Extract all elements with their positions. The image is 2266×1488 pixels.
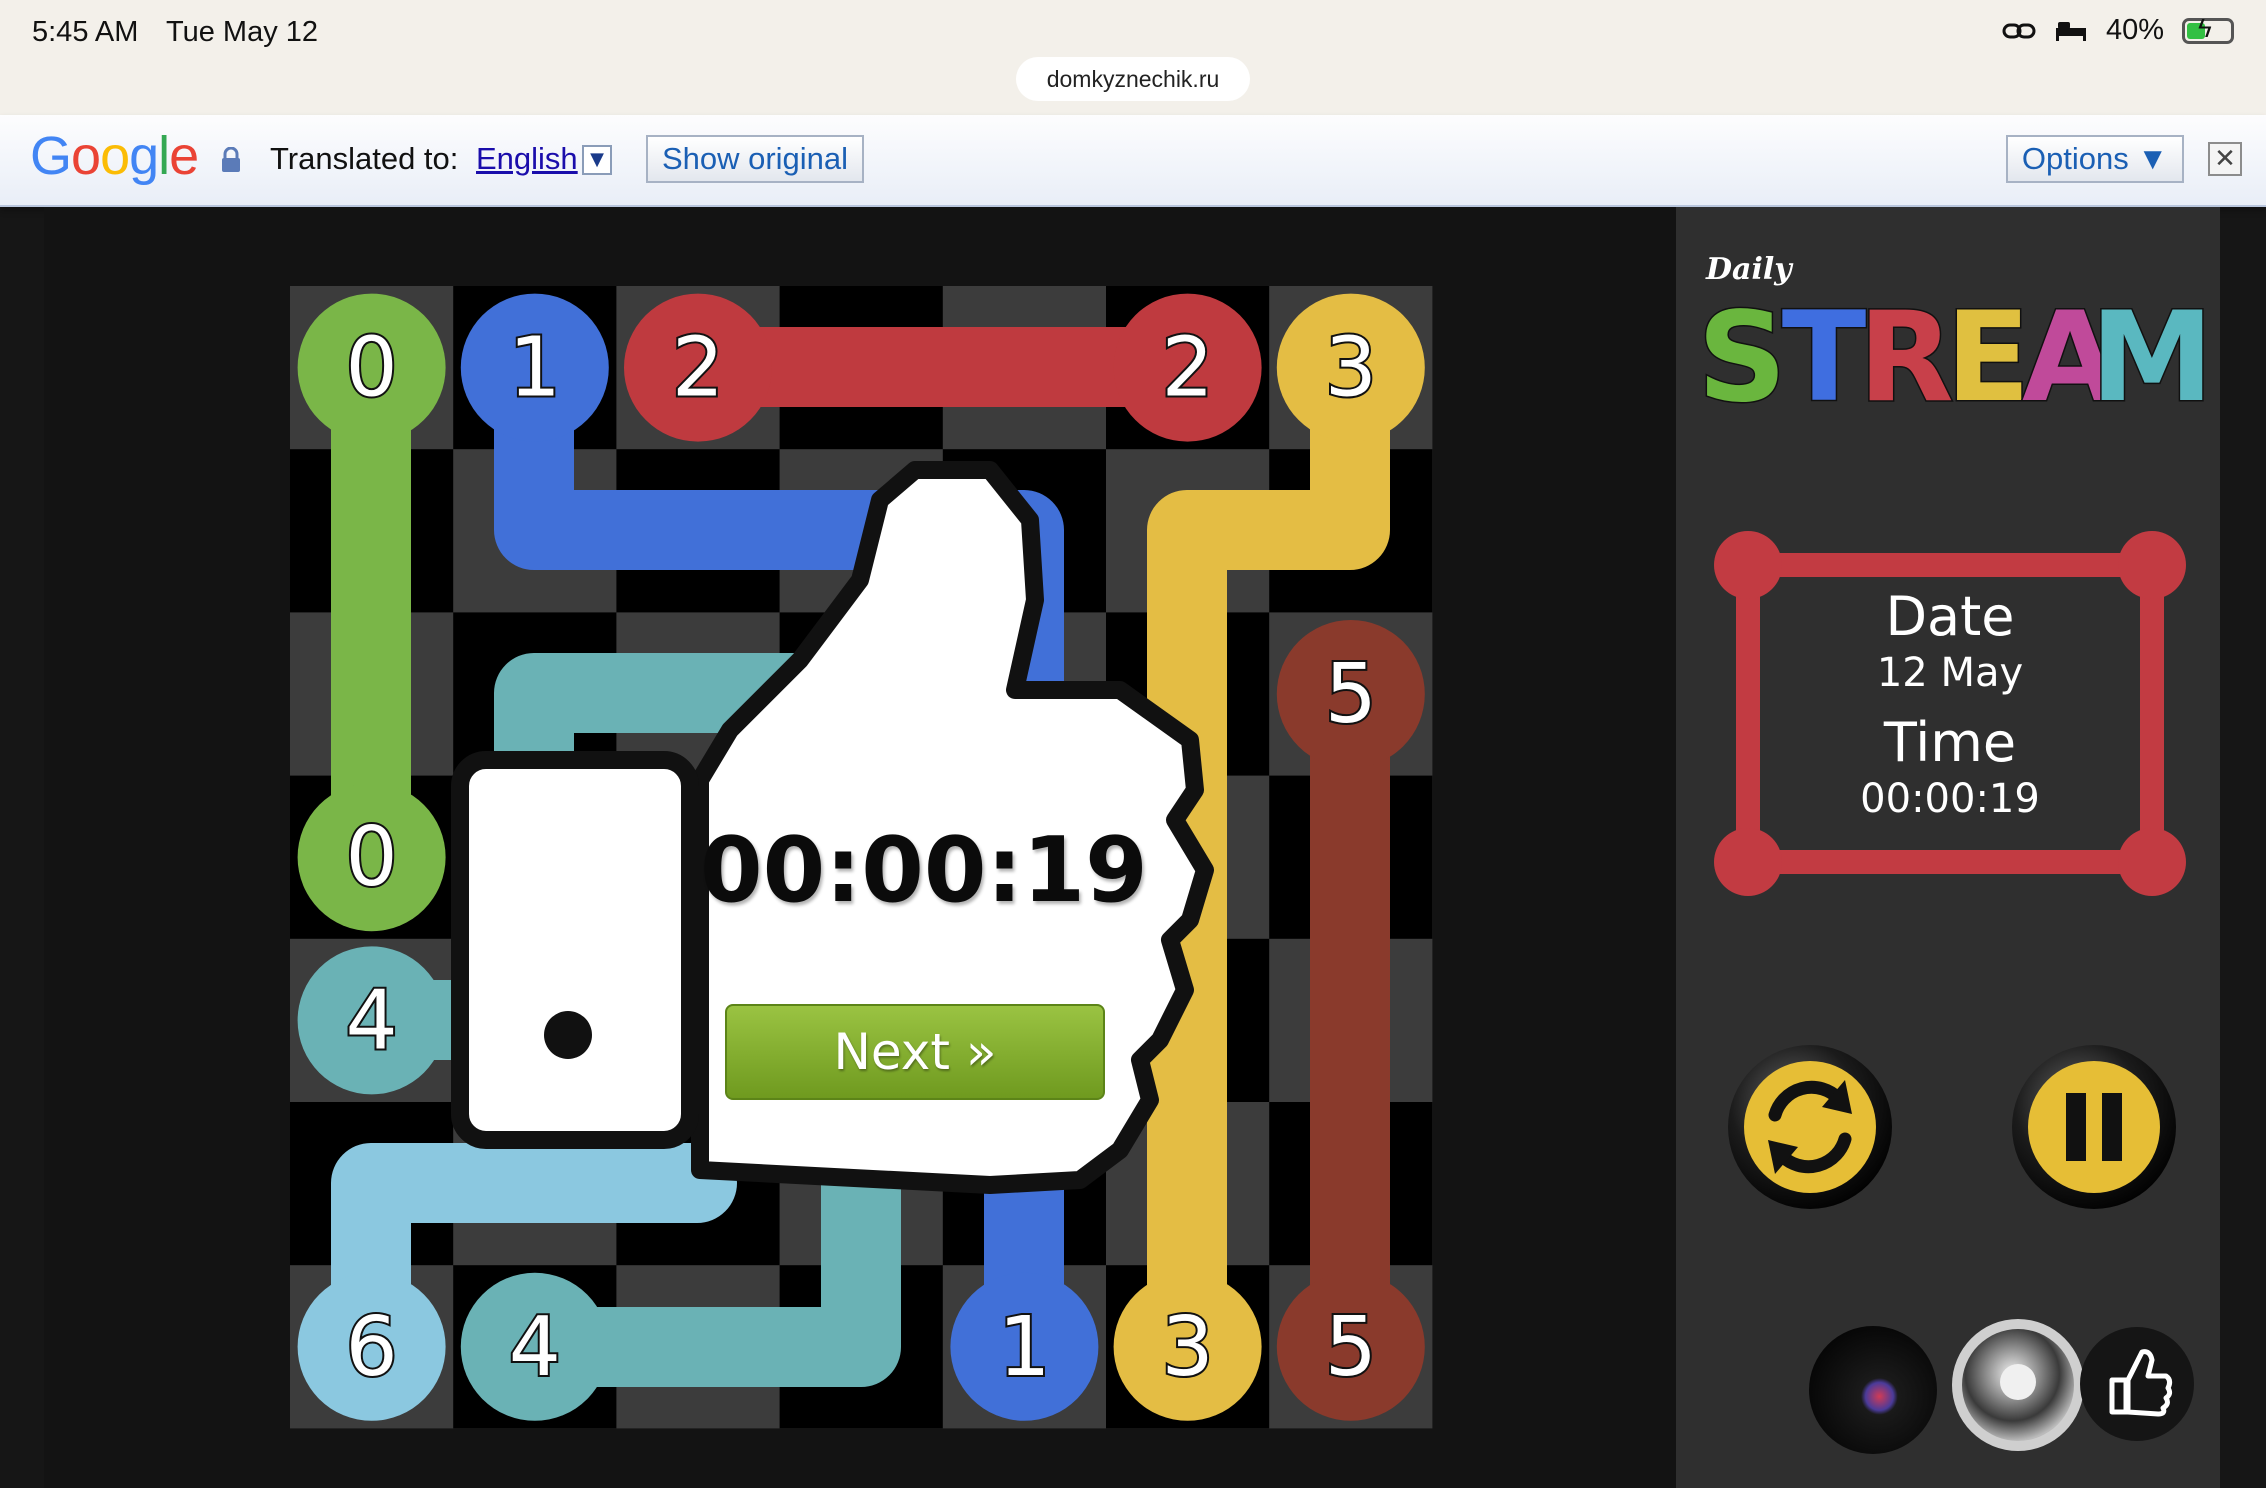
endpoint-label: 5 [1325, 1300, 1377, 1395]
stream-logo-letter: S [1697, 286, 1786, 430]
endpoint-label: 2 [672, 321, 724, 416]
endpoint-label: 1 [509, 321, 561, 416]
stream-logo-letter: R [1858, 286, 1953, 430]
endpoint-5[interactable]: 5 [1276, 620, 1425, 768]
endpoint-3[interactable]: 3 [1113, 1272, 1262, 1421]
endpoint-label: 4 [509, 1300, 561, 1395]
logo-daily: Daily [1706, 252, 1792, 287]
next-button[interactable]: Next » [725, 1004, 1105, 1100]
endpoint-label: 2 [1162, 321, 1214, 416]
time-label: Time [1883, 711, 2017, 774]
endpoint-label: 6 [346, 1300, 398, 1395]
record-icon[interactable] [1809, 1326, 1937, 1454]
completion-time: 00:00:19 [700, 818, 1148, 923]
stream-logo-letter: T [1782, 286, 1867, 430]
endpoint-0[interactable]: 0 [297, 293, 446, 442]
endpoint-2[interactable]: 2 [1113, 293, 1262, 442]
stream-logo-letter: M [2090, 286, 2213, 430]
endpoint-5[interactable]: 5 [1276, 1272, 1425, 1421]
endpoint-label: 3 [1325, 321, 1377, 416]
time-value: 00:00:19 [1860, 776, 2040, 822]
like-button[interactable] [2080, 1327, 2194, 1441]
endpoint-4[interactable]: 4 [460, 1272, 609, 1421]
endpoint-1[interactable]: 1 [950, 1272, 1099, 1421]
restart-button[interactable] [1728, 1045, 1892, 1209]
date-label: Date [1885, 585, 2015, 648]
stream-logo: STREAM [1696, 285, 2215, 432]
endpoint-6[interactable]: 6 [297, 1272, 446, 1421]
pause-button[interactable] [2012, 1045, 2176, 1209]
endpoint-0[interactable]: 0 [297, 783, 446, 932]
speaker-icon[interactable] [1952, 1319, 2084, 1451]
endpoint-label: 3 [1162, 1300, 1214, 1395]
endpoint-4[interactable]: 4 [297, 946, 446, 1095]
endpoint-3[interactable]: 3 [1276, 293, 1425, 442]
endpoint-2[interactable]: 2 [624, 293, 772, 442]
endpoint-1[interactable]: 1 [460, 293, 609, 442]
endpoint-label: 1 [998, 1300, 1050, 1395]
endpoint-label: 0 [346, 321, 398, 416]
endpoint-label: 5 [1325, 647, 1377, 742]
endpoint-label: 4 [346, 973, 398, 1068]
endpoint-label: 0 [346, 810, 398, 905]
stream-logo-letter: E [1946, 286, 2031, 430]
date-value: 12 May [1876, 650, 2024, 696]
